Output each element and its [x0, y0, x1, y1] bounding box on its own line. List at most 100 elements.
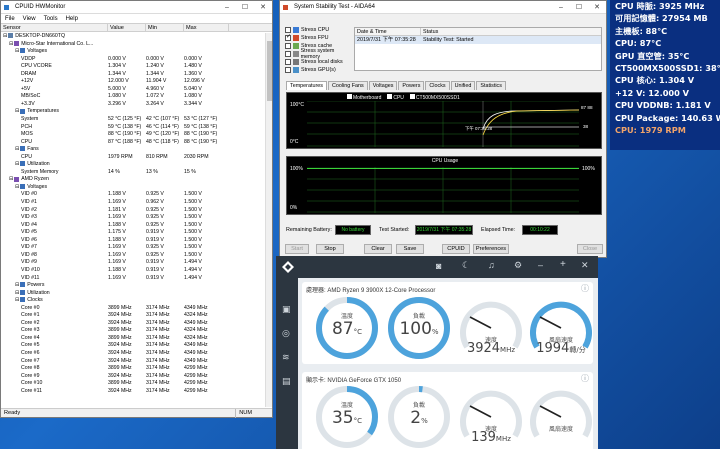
minimize-icon[interactable]: – — [552, 4, 570, 11]
sensor-row[interactable]: ⊟ Clocks — [1, 297, 272, 305]
sensor-row[interactable]: ⊟ Powers — [1, 282, 272, 290]
stress-option[interactable]: Stress FPU — [285, 33, 353, 42]
expand-toggle-icon[interactable]: ⊟ — [9, 41, 13, 47]
sensor-row[interactable]: Core #11 3924 MHz 3174 MHz 4299 MHz — [1, 388, 272, 396]
menu-view[interactable]: View — [23, 16, 36, 22]
tab-temperatures[interactable]: Temperatures — [286, 81, 327, 90]
sensor-row[interactable]: VID #11 1.169 V 0.919 V 1.494 V — [1, 275, 272, 283]
tab-statistics[interactable]: Statistics — [476, 81, 506, 90]
sensor-row[interactable]: ⊟ Voltages — [1, 48, 272, 56]
sensor-row[interactable]: CPU VCORE 1.304 V 1.240 V 1.480 V — [1, 63, 272, 71]
sensor-row[interactable]: VID #6 1.188 V 0.919 V 1.500 V — [1, 237, 272, 245]
sensor-row[interactable]: +12V 12.000 V 11.904 V 12.096 V — [1, 78, 272, 86]
stop-button[interactable]: Stop — [316, 244, 344, 254]
sensor-row[interactable]: Core #7 3924 MHz 3174 MHz 4349 MHz — [1, 358, 272, 366]
expand-toggle-icon[interactable]: ⊟ — [15, 184, 19, 190]
start-button[interactable]: Start — [285, 244, 309, 254]
sensor-row[interactable]: VID #3 1.169 V 0.925 V 1.500 V — [1, 214, 272, 222]
tab-powers[interactable]: Powers — [398, 81, 425, 90]
bell-icon[interactable]: ♫ — [488, 260, 495, 270]
col-datetime[interactable]: Date & Time — [355, 28, 421, 35]
menu-tools[interactable]: Tools — [44, 16, 58, 22]
sensor-row[interactable]: CPU 1979 RPM 810 RPM 2030 RPM — [1, 154, 272, 162]
menu-help[interactable]: Help — [66, 16, 78, 22]
col-max[interactable]: Max — [184, 24, 229, 31]
sensor-row[interactable]: ⊟ Utilization — [1, 290, 272, 298]
pc-icon[interactable]: ▣ — [282, 304, 291, 315]
table-row[interactable]: 2019/7/31 下午 07:35:28 Stability Test: St… — [355, 36, 601, 44]
sensor-row[interactable]: ⊟ AMD Ryzen — [1, 176, 272, 184]
sensor-row[interactable]: Core #10 3899 MHz 3174 MHz 4299 MHz — [1, 380, 272, 388]
sensor-row[interactable]: Core #4 3899 MHz 3174 MHz 4324 MHz — [1, 335, 272, 343]
expand-toggle-icon[interactable]: ⊟ — [15, 48, 19, 54]
tab-cooling-fans[interactable]: Cooling Fans — [327, 81, 368, 90]
sensor-row[interactable]: MOS 88 °C (190 °F) 49 °C (120 °F) 88 °C (19… — [1, 131, 272, 139]
col-status[interactable]: Status — [421, 28, 438, 35]
sensor-row[interactable]: System 52 °C (125 °F) 42 °C (107 °F) 53 °C … — [1, 116, 272, 124]
vertical-scrollbar[interactable] — [265, 33, 272, 407]
legend-cpu[interactable]: CPU — [387, 94, 404, 101]
menu-file[interactable]: File — [5, 16, 15, 22]
moon-icon[interactable]: ☾ — [462, 260, 470, 271]
col-min[interactable]: Min — [146, 24, 184, 31]
expand-toggle-icon[interactable]: ⊟ — [15, 290, 19, 296]
hwmonitor-titlebar[interactable]: CPUID HWMonitor – ☐ ✕ — [1, 1, 272, 14]
expand-toggle-icon[interactable]: ⊟ — [9, 176, 13, 182]
stress-checkbox[interactable] — [285, 59, 291, 65]
sensor-row[interactable]: MB/SoC 1.080 V 1.072 V 1.080 V — [1, 93, 272, 101]
tab-voltages[interactable]: Voltages — [368, 81, 398, 90]
sensor-row[interactable]: VID #10 1.188 V 0.919 V 1.494 V — [1, 267, 272, 275]
stress-option[interactable]: Stress local disks — [285, 58, 353, 66]
legend-ssd[interactable]: CT500MX500SSD1 — [409, 94, 460, 101]
maximize-icon[interactable]: ☐ — [236, 3, 254, 11]
sensor-row[interactable]: VID #8 1.169 V 0.925 V 1.500 V — [1, 252, 272, 260]
tab-unified[interactable]: Unified — [450, 81, 476, 90]
lighting-icon[interactable]: ≋ — [282, 352, 290, 363]
sensor-row[interactable]: Core #8 3899 MHz 3174 MHz 4299 MHz — [1, 365, 272, 373]
close-icon[interactable]: ✕ — [581, 260, 589, 271]
preferences-button[interactable]: Preferences — [473, 244, 509, 254]
sensor-row[interactable]: Core #5 3924 MHz 3174 MHz 4349 MHz — [1, 342, 272, 350]
info-icon[interactable]: ⓘ — [581, 373, 589, 384]
close-icon[interactable]: ✕ — [588, 3, 606, 11]
tuning-icon[interactable]: ▤ — [282, 376, 291, 387]
sensor-row[interactable]: Core #3 3899 MHz 3174 MHz 4324 MHz — [1, 327, 272, 335]
sensor-row[interactable]: Core #0 3899 MHz 3174 MHz 4349 MHz — [1, 305, 272, 313]
sensor-row[interactable]: DRAM 1.344 V 1.344 V 1.360 V — [1, 71, 272, 79]
camera-icon[interactable]: ◙ — [436, 261, 441, 271]
sensor-row[interactable]: PCH 59 °C (138 °F) 46 °C (114 °F) 59 °C (13… — [1, 124, 272, 132]
sensor-row[interactable]: VID #5 1.175 V 0.919 V 1.500 V — [1, 229, 272, 237]
sensor-row[interactable]: VID #1 1.169 V 0.962 V 1.500 V — [1, 199, 272, 207]
expand-toggle-icon[interactable]: ⊟ — [15, 161, 19, 167]
expand-toggle-icon[interactable]: ⊟ — [15, 282, 19, 288]
legend-motherboard[interactable]: Motherboard — [347, 94, 381, 101]
expand-toggle-icon[interactable]: ⊟ — [15, 108, 19, 114]
save-button[interactable]: Save — [396, 244, 424, 254]
sensor-row[interactable]: System Memory 14 % 13 % 15 % — [1, 169, 272, 177]
gear-icon[interactable]: ⚙ — [514, 260, 522, 271]
sensor-row[interactable]: VID #0 1.188 V 0.925 V 1.500 V — [1, 191, 272, 199]
stress-checkbox[interactable] — [285, 43, 291, 49]
sensor-row[interactable]: VID #9 1.169 V 0.919 V 1.494 V — [1, 259, 272, 267]
stress-checkbox[interactable] — [285, 51, 291, 57]
sensor-row[interactable]: +5V 5.000 V 4.960 V 5.040 V — [1, 86, 272, 94]
minimize-icon[interactable]: – — [218, 4, 236, 11]
sensor-row[interactable]: Core #9 3924 MHz 3174 MHz 4299 MHz — [1, 373, 272, 381]
sensor-row[interactable]: VID #7 1.169 V 0.925 V 1.500 V — [1, 244, 272, 252]
sensor-row[interactable]: ⊟ Micro-Star International Co. L... — [1, 41, 272, 49]
close-button[interactable]: Close — [577, 244, 603, 254]
gamepad-icon[interactable]: ◎ — [282, 328, 290, 339]
minimize-icon[interactable]: – — [538, 260, 543, 270]
stress-option[interactable]: Stress system memory — [285, 48, 353, 60]
tab-clocks[interactable]: Clocks — [425, 81, 450, 90]
cpuid-button[interactable]: CPUID — [442, 244, 470, 254]
close-icon[interactable]: ✕ — [254, 3, 272, 11]
sensor-row[interactable]: ⊟ DESKTOP-DN660TQ — [1, 33, 272, 41]
sensor-row[interactable]: Core #6 3924 MHz 3174 MHz 4349 MHz — [1, 350, 272, 358]
sensor-row[interactable]: ⊟ Voltages — [1, 184, 272, 192]
stress-checkbox[interactable] — [285, 67, 291, 73]
scrollbar-thumb[interactable] — [267, 41, 272, 101]
stress-checkbox[interactable] — [285, 33, 291, 41]
sensor-row[interactable]: VID #4 1.188 V 0.925 V 1.500 V — [1, 222, 272, 230]
col-value[interactable]: Value — [108, 24, 146, 31]
